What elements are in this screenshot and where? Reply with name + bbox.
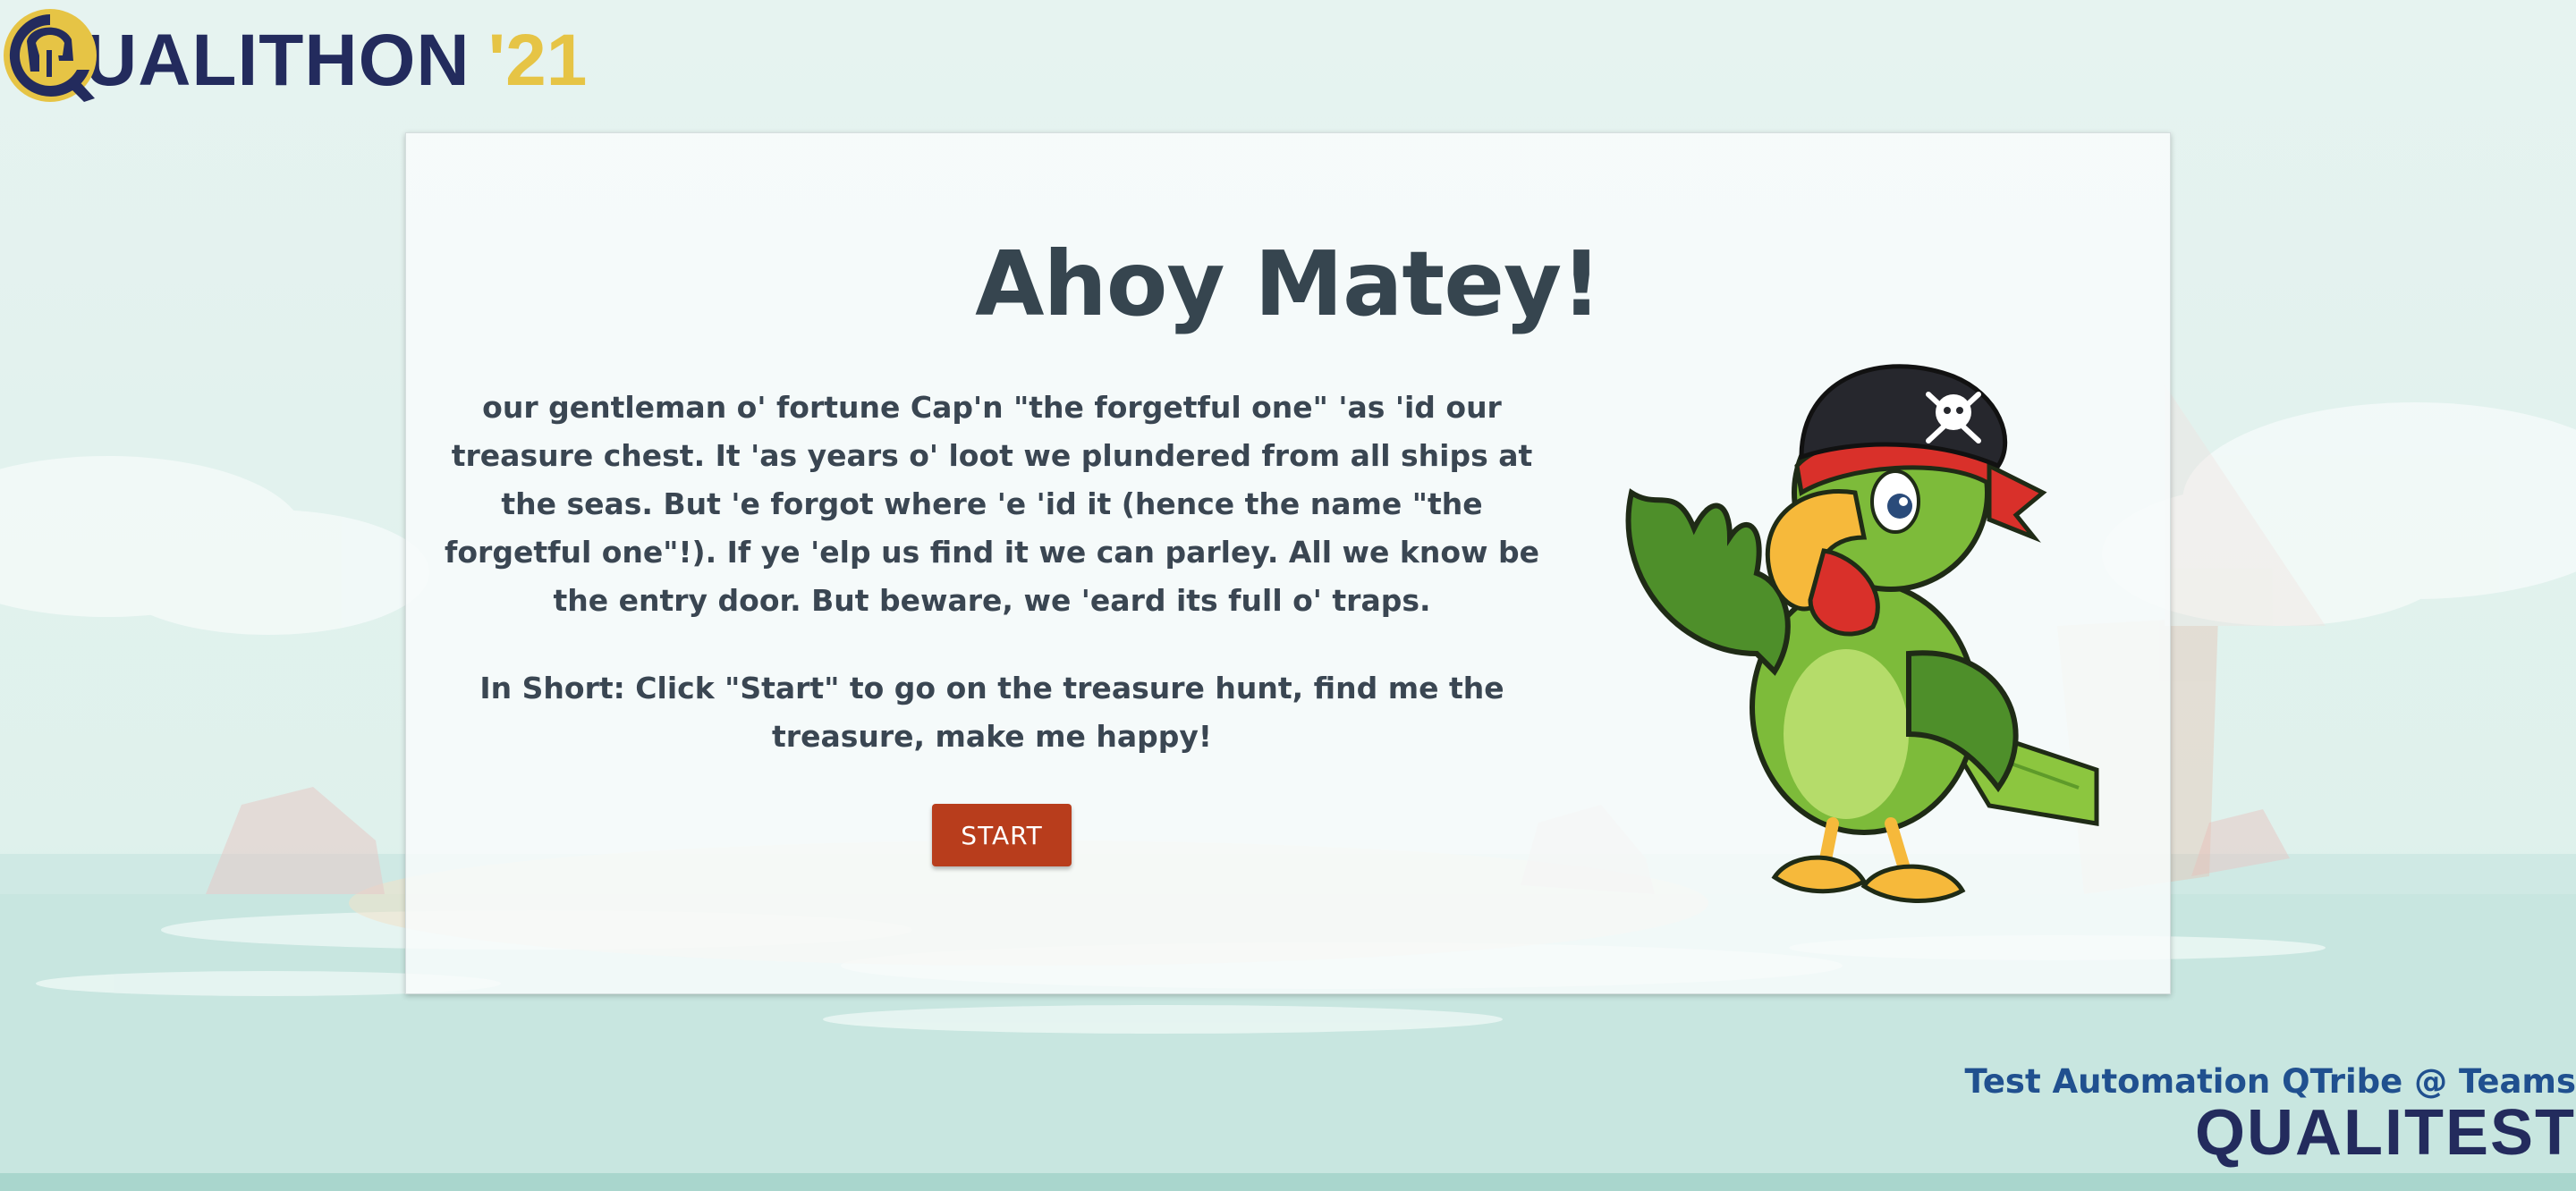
qualithon-logo[interactable]: UALITHON '21 xyxy=(0,4,608,107)
bottom-strip xyxy=(0,1173,2576,1191)
pirate-parrot-illustration xyxy=(1596,359,2132,931)
logo-wordmark: UALITHON xyxy=(84,20,470,101)
start-button[interactable]: START xyxy=(932,804,1072,866)
page-title: Ahoy Matey! xyxy=(975,232,1602,336)
logo-year: '21 xyxy=(487,20,588,101)
qualitest-logo[interactable]: QUALITEST xyxy=(2195,1096,2576,1170)
helmet-q-icon xyxy=(0,5,100,106)
footer-tagline: Test Automation QTribe @ Teams xyxy=(1964,1062,2576,1101)
instructions-paragraph: In Short: Click "Start" to go on the tre… xyxy=(479,671,1504,754)
intro-card: Ahoy Matey! our gentleman o' fortune Cap… xyxy=(405,132,2171,994)
story-paragraph: our gentleman o' fortune Cap'n "the forg… xyxy=(445,390,1539,618)
